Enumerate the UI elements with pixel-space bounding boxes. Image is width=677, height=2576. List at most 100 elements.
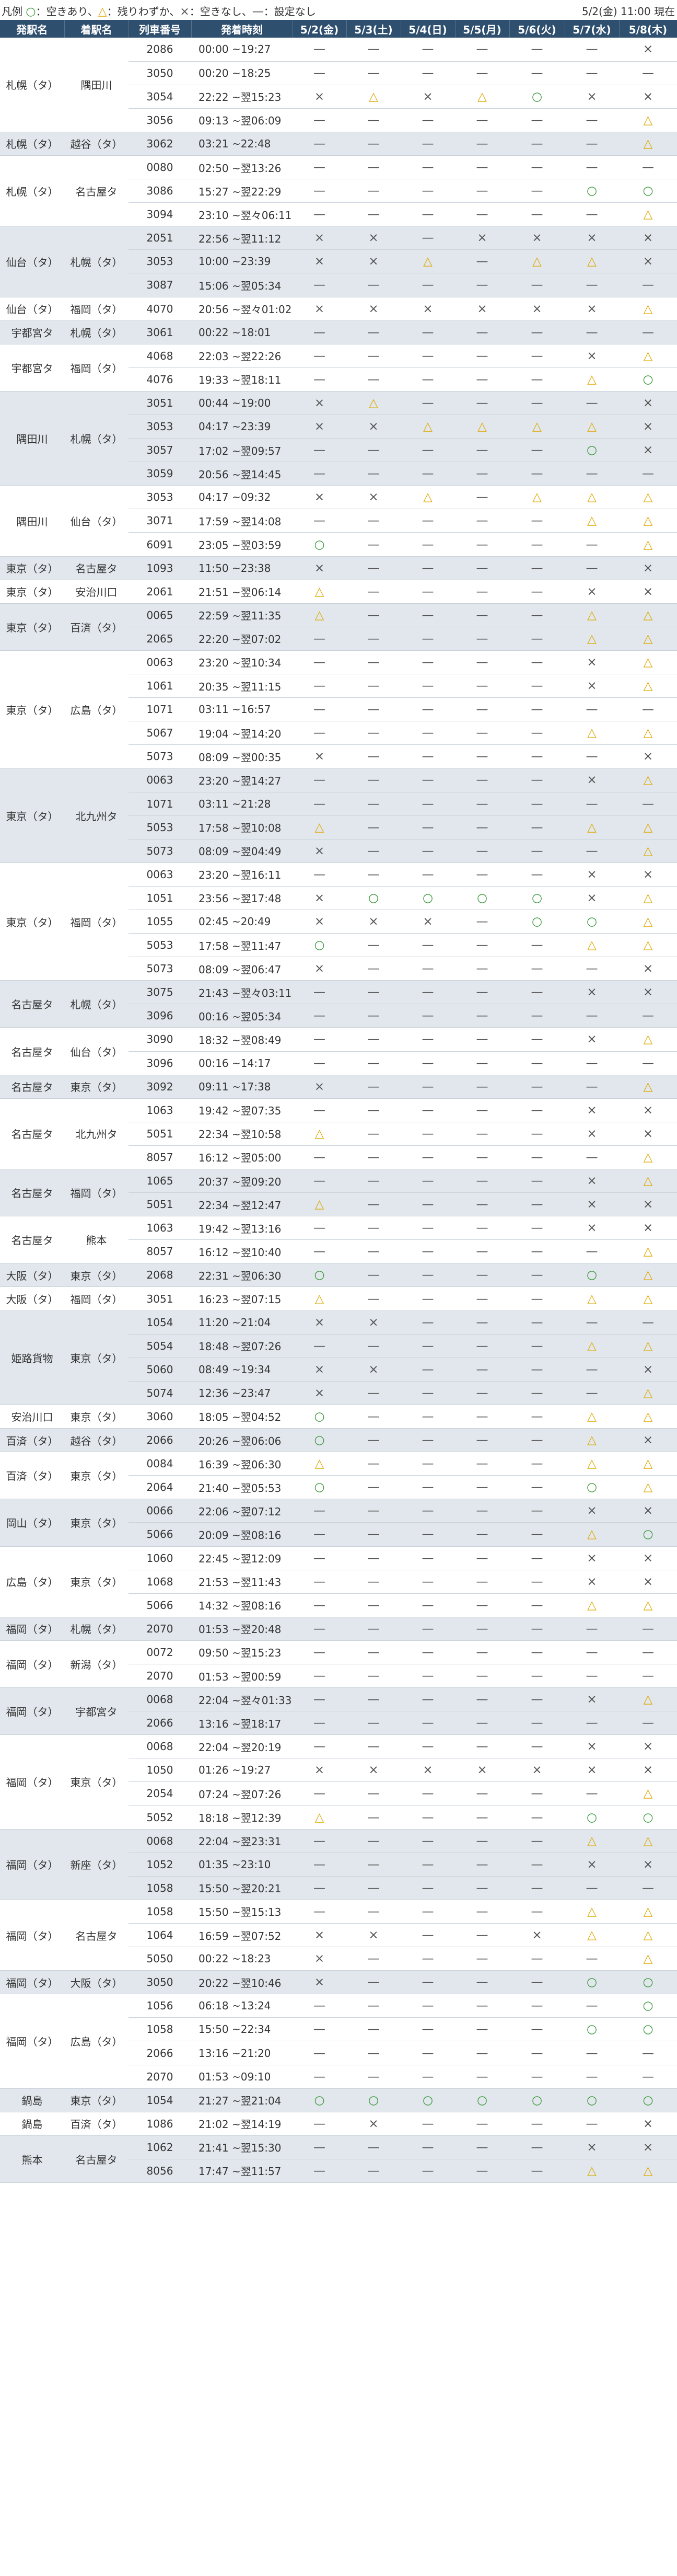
availability-status: — — [455, 862, 509, 887]
departure-arrival-time: 22:22 ~翌15:23 — [191, 85, 293, 109]
availability-status: — — [565, 2041, 619, 2065]
availability-status: — — [346, 627, 401, 651]
availability-status: × — [619, 1734, 677, 1759]
availability-status: ○ — [619, 1994, 677, 2018]
train-number: 1086 — [129, 2112, 191, 2136]
train-number: 2065 — [129, 627, 191, 651]
departure-arrival-time: 00:22 ~18:23 — [191, 1947, 293, 1971]
availability-status: ○ — [293, 532, 346, 557]
legend-symbol: ○ — [26, 5, 36, 18]
availability-status: — — [455, 697, 509, 722]
availability-status: — — [455, 1286, 509, 1311]
departure-arrival-time: 21:02 ~翌14:19 — [191, 2112, 293, 2136]
legend-text: ：空きなし、 — [189, 5, 252, 18]
availability-status: — — [455, 721, 509, 745]
origin-station: 福岡（タ） — [0, 1900, 64, 1971]
column-header: 5/7(水) — [565, 20, 620, 38]
train-number: 5053 — [129, 933, 191, 958]
availability-status: — — [346, 1216, 401, 1240]
origin-station: 安治川口 — [0, 1405, 64, 1429]
availability-status: — — [455, 1923, 509, 1948]
departure-arrival-time: 21:41 ~翌15:30 — [191, 2135, 293, 2159]
availability-status: △ — [619, 1923, 677, 1948]
destination-station: 札幌（タ） — [64, 391, 129, 486]
legend: 凡例 ○：空きあり、△：残りわずか、×：空きなし、—：設定なし — [2, 3, 316, 18]
train-number: 5052 — [129, 1806, 191, 1830]
availability-status: × — [346, 1310, 401, 1335]
availability-status: × — [565, 1853, 619, 1877]
availability-status: — — [455, 1853, 509, 1877]
availability-status: — — [293, 1004, 346, 1028]
availability-status: — — [455, 1640, 509, 1664]
train-number: 1063 — [129, 1216, 191, 1240]
departure-arrival-time: 17:47 ~翌11:57 — [191, 2159, 293, 2183]
availability-status: ○ — [619, 1806, 677, 1830]
destination-station: 新座（タ） — [64, 1829, 129, 1900]
availability-status: — — [346, 1122, 401, 1146]
availability-status: — — [293, 1994, 346, 2018]
availability-status: — — [455, 1051, 509, 1075]
availability-status: — — [293, 1098, 346, 1122]
availability-status: — — [509, 1239, 565, 1264]
availability-status: △ — [509, 415, 565, 439]
destination-station: 東京（タ） — [64, 1263, 129, 1287]
availability-status: — — [346, 2135, 401, 2159]
availability-status: — — [346, 2017, 401, 2042]
availability-status: △ — [565, 815, 619, 840]
departure-arrival-time: 16:59 ~翌07:52 — [191, 1923, 293, 1948]
availability-status: △ — [346, 85, 401, 109]
availability-status: — — [455, 1334, 509, 1358]
availability-status: ○ — [509, 886, 565, 910]
availability-status: — — [346, 2041, 401, 2065]
availability-status: — — [401, 1734, 455, 1759]
table-row: 福岡（タ） 広島（タ） 1056 06:18 ~13:24— — — — — — ○ — [0, 1994, 677, 2089]
availability-status: — — [455, 1145, 509, 1170]
destination-station: 札幌（タ） — [64, 226, 129, 297]
availability-status: — — [455, 1192, 509, 1217]
availability-status: × — [619, 1758, 677, 1782]
availability-status: — — [346, 1051, 401, 1075]
destination-station: 東京（タ） — [64, 1452, 129, 1500]
availability-status: — — [293, 2065, 346, 2089]
availability-status: ○ — [346, 886, 401, 910]
availability-status: — — [455, 1475, 509, 1500]
availability-status: — — [346, 1711, 401, 1735]
departure-arrival-time: 22:04 ~翌々01:33 — [191, 1687, 293, 1712]
availability-status: — — [509, 1853, 565, 1877]
destination-station: 福岡（タ） — [64, 297, 129, 321]
table-row: 名古屋タ 札幌（タ） 3075 21:43 ~翌々03:11— — — — — × × — [0, 980, 677, 1028]
availability-status: — — [565, 744, 619, 769]
availability-status: — — [455, 1781, 509, 1806]
availability-status: — — [509, 179, 565, 203]
header-bar: 凡例 ○：空きあり、△：残りわずか、×：空きなし、—：設定なし 5/2(金) 1… — [0, 0, 677, 20]
destination-station: 安治川口 — [64, 580, 129, 604]
availability-status: — — [293, 1711, 346, 1735]
table-header: 発駅名 着駅名 列車番号 発着時刻 5/2(金) 5/3(土) 5/4(日) 5/5(月) 5/… — [0, 20, 677, 38]
origin-station: 名古屋タ — [0, 980, 64, 1028]
availability-status: × — [293, 226, 346, 250]
availability-status: — — [346, 1075, 401, 1099]
origin-station: 鍋島 — [0, 2088, 64, 2112]
availability-status: — — [455, 61, 509, 85]
origin-station: 東京（タ） — [0, 768, 64, 863]
train-number: 5073 — [129, 744, 191, 769]
origin-station: 大阪（タ） — [0, 1263, 64, 1287]
availability-status: — — [509, 2135, 565, 2159]
availability-status: — — [346, 556, 401, 580]
origin-station: 広島（タ） — [0, 1546, 64, 1617]
origin-station: 岡山（タ） — [0, 1499, 64, 1547]
availability-status: — — [346, 1004, 401, 1028]
availability-status: — — [455, 273, 509, 297]
table-row: 福岡（タ） 新潟（タ） 0072 09:50 ~翌15:23— — — — — — — — [0, 1640, 677, 1688]
availability-status: ○ — [565, 438, 619, 463]
train-number: 5073 — [129, 957, 191, 981]
availability-status: × — [619, 85, 677, 109]
availability-status: — — [346, 1687, 401, 1712]
availability-status: △ — [565, 627, 619, 651]
availability-status: — — [401, 650, 455, 675]
availability-status: — — [455, 1994, 509, 2018]
availability-status: — — [346, 1617, 401, 1641]
departure-arrival-time: 21:40 ~翌05:53 — [191, 1475, 293, 1500]
table-row: 熊本 名古屋タ 1062 21:41 ~翌15:30— — — — — × × — [0, 2135, 677, 2183]
destination-station: 東京（タ） — [64, 1546, 129, 1617]
